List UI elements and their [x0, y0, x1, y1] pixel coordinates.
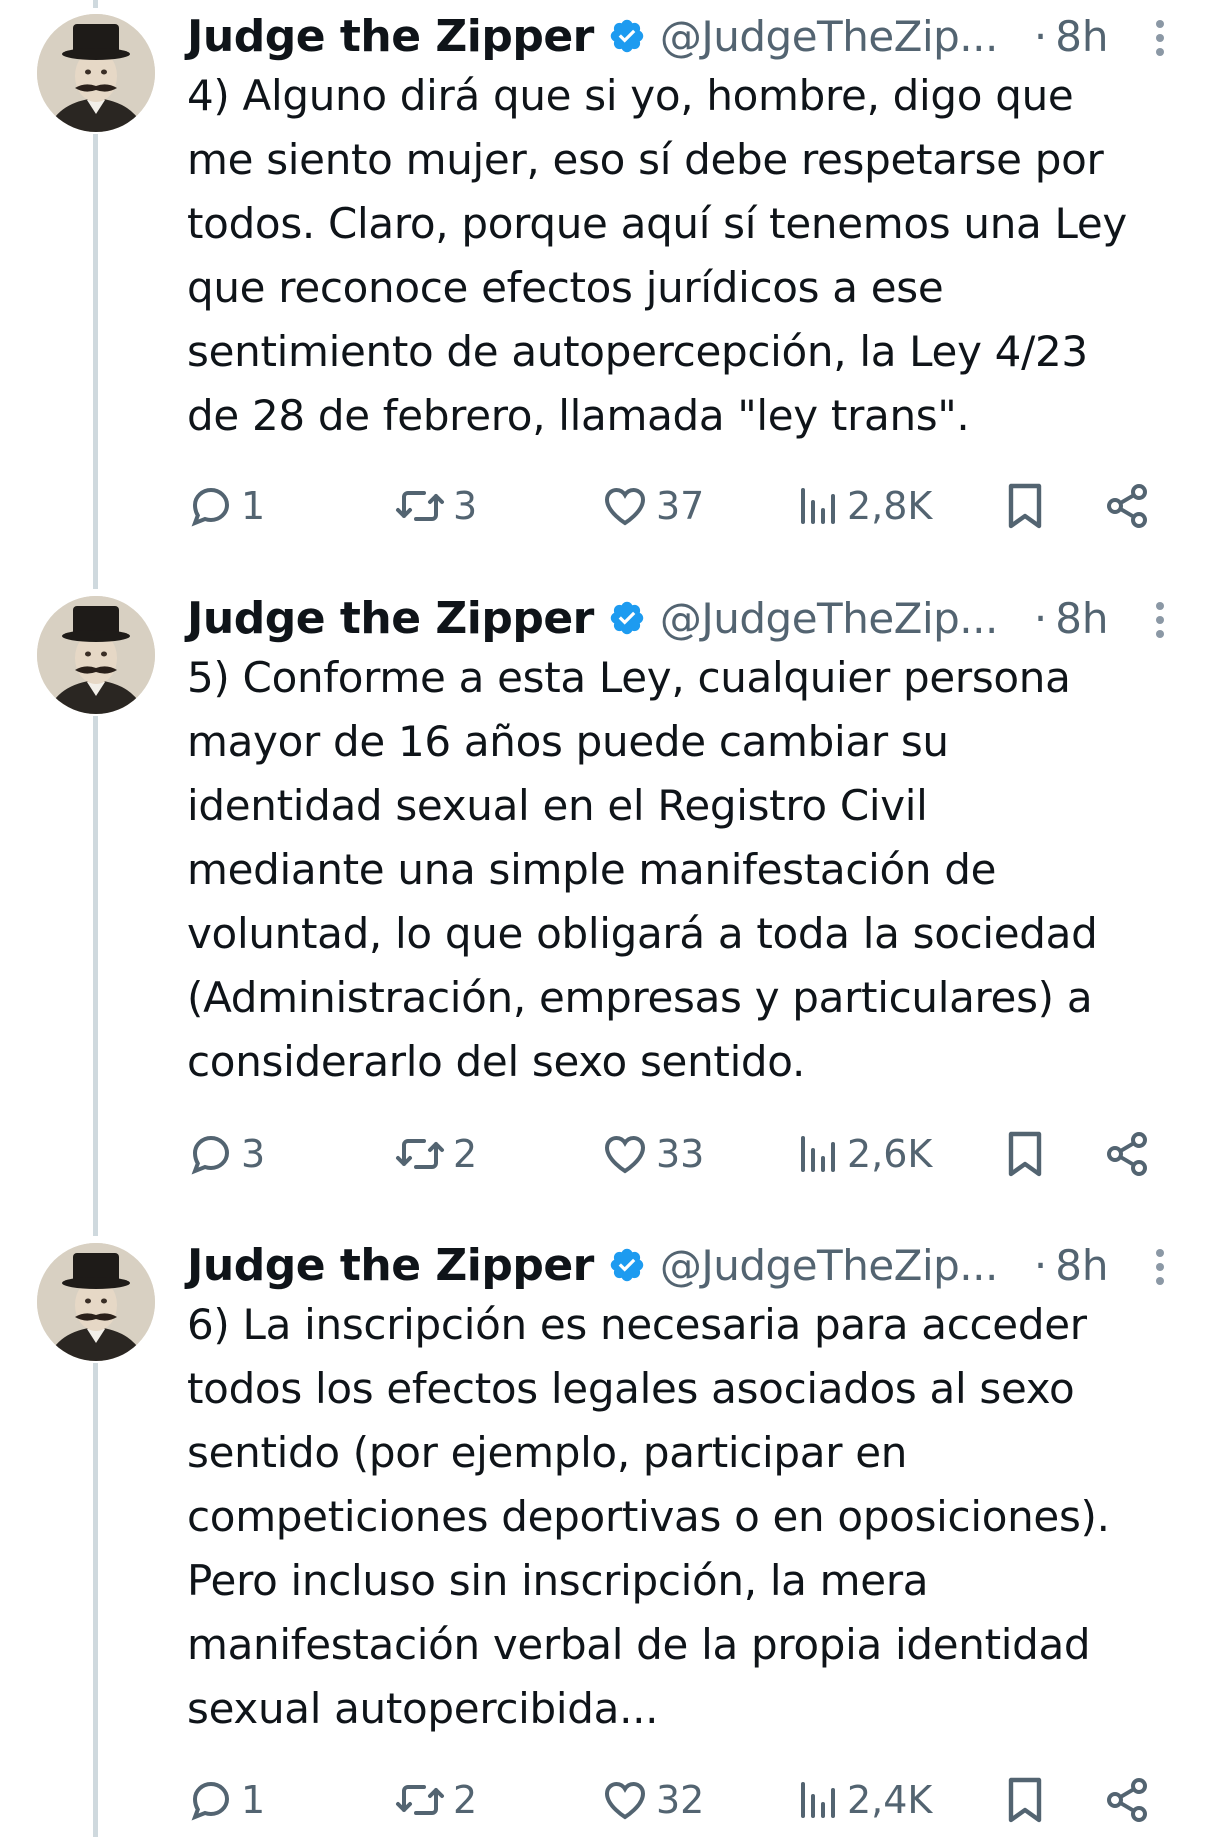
reply-count: 1: [241, 1778, 266, 1822]
share-button[interactable]: [1103, 1124, 1151, 1184]
author-handle[interactable]: @JudgeTheZip...: [660, 1241, 998, 1290]
separator-dot: ·: [1033, 1240, 1048, 1290]
repost-button[interactable]: 3: [393, 476, 477, 536]
avatar[interactable]: [37, 14, 155, 132]
share-button[interactable]: [1103, 476, 1151, 536]
reply-bubble-icon: [191, 1781, 230, 1821]
views-count: 2,8K: [847, 484, 933, 528]
share-icon: [1107, 1778, 1147, 1822]
author-name[interactable]: Judge the Zipper: [187, 593, 594, 644]
repost-arrows-icon: [396, 491, 444, 521]
like-count: 37: [656, 484, 705, 528]
reply-button[interactable]: 1: [187, 476, 265, 536]
timestamp[interactable]: 8h: [1055, 1241, 1108, 1290]
reply-bubble-icon: [191, 487, 230, 527]
heart-icon: [604, 1135, 646, 1174]
repost-button[interactable]: 2: [393, 1770, 477, 1830]
views-count: 2,6K: [847, 1132, 933, 1176]
thread-connector-line: [93, 1363, 98, 1837]
reply-button[interactable]: 3: [187, 1124, 265, 1184]
reply-count: 3: [241, 1132, 266, 1176]
timestamp[interactable]: 8h: [1055, 12, 1108, 61]
views-button[interactable]: 2,4K: [797, 1770, 932, 1830]
separator-dot: ·: [1033, 11, 1048, 61]
author-name[interactable]: Judge the Zipper: [187, 11, 594, 62]
author-name[interactable]: Judge the Zipper: [187, 1240, 594, 1291]
bar-chart-icon: [801, 1136, 835, 1172]
bar-chart-icon: [801, 1782, 835, 1818]
reply-button[interactable]: 1: [187, 1770, 265, 1830]
tweet-text: 5) Conforme a esta Ley, cualquier person…: [187, 653, 1098, 1086]
like-count: 33: [656, 1132, 705, 1176]
bookmark-icon: [1008, 1777, 1042, 1823]
more-vertical-icon[interactable]: [1148, 1243, 1172, 1291]
repost-arrows-icon: [396, 1785, 444, 1815]
tweet-actions: 1 2 32 2,4K: [187, 1770, 1187, 1830]
tweet-header: Judge the Zipper @JudgeTheZip... · 8h: [187, 588, 1109, 648]
repost-count: 2: [453, 1778, 478, 1822]
repost-arrows-icon: [396, 1139, 444, 1169]
tweet-actions: 1 3 37 2,8K: [187, 476, 1187, 536]
thread-connector-line: [93, 0, 98, 8]
thread-connector-line: [93, 716, 98, 1236]
tweet-header: Judge the Zipper @JudgeTheZip... · 8h: [187, 6, 1109, 66]
more-vertical-icon[interactable]: [1148, 14, 1172, 62]
share-button[interactable]: [1103, 1770, 1151, 1830]
heart-icon: [604, 487, 646, 526]
views-button[interactable]: 2,8K: [797, 476, 932, 536]
bookmark-button[interactable]: [1003, 1124, 1047, 1184]
like-button[interactable]: 32: [600, 1770, 704, 1830]
bookmark-button[interactable]: [1003, 1770, 1047, 1830]
share-icon: [1107, 1132, 1147, 1176]
more-vertical-icon[interactable]: [1148, 596, 1172, 644]
bookmark-icon: [1008, 1131, 1042, 1177]
bar-chart-icon: [801, 488, 835, 524]
like-button[interactable]: 33: [600, 1124, 704, 1184]
tweet-text: 6) La inscripción es necesaria para acce…: [187, 1300, 1110, 1733]
verified-badge-icon: [608, 599, 646, 637]
repost-count: 2: [453, 1132, 478, 1176]
like-button[interactable]: 37: [600, 476, 704, 536]
author-handle[interactable]: @JudgeTheZip...: [660, 594, 998, 643]
avatar[interactable]: [37, 1243, 155, 1361]
tweet-actions: 3 2 33 2,6K: [187, 1124, 1187, 1184]
tweet-text: 4) Alguno dirá que si yo, hombre, digo q…: [187, 71, 1127, 440]
separator-dot: ·: [1033, 593, 1048, 643]
avatar[interactable]: [37, 596, 155, 714]
timestamp[interactable]: 8h: [1055, 594, 1108, 643]
bookmark-button[interactable]: [1003, 476, 1047, 536]
author-handle[interactable]: @JudgeTheZip...: [660, 12, 998, 61]
views-count: 2,4K: [847, 1778, 933, 1822]
verified-badge-icon: [608, 17, 646, 55]
bookmark-icon: [1008, 483, 1042, 529]
views-button[interactable]: 2,6K: [797, 1124, 932, 1184]
tweet-header: Judge the Zipper @JudgeTheZip... · 8h: [187, 1235, 1109, 1295]
heart-icon: [604, 1781, 646, 1820]
verified-badge-icon: [608, 1246, 646, 1284]
repost-button[interactable]: 2: [393, 1124, 477, 1184]
reply-count: 1: [241, 484, 266, 528]
repost-count: 3: [453, 484, 478, 528]
reply-bubble-icon: [191, 1135, 230, 1175]
thread-connector-line: [93, 134, 98, 589]
like-count: 32: [656, 1778, 705, 1822]
share-icon: [1107, 484, 1147, 528]
